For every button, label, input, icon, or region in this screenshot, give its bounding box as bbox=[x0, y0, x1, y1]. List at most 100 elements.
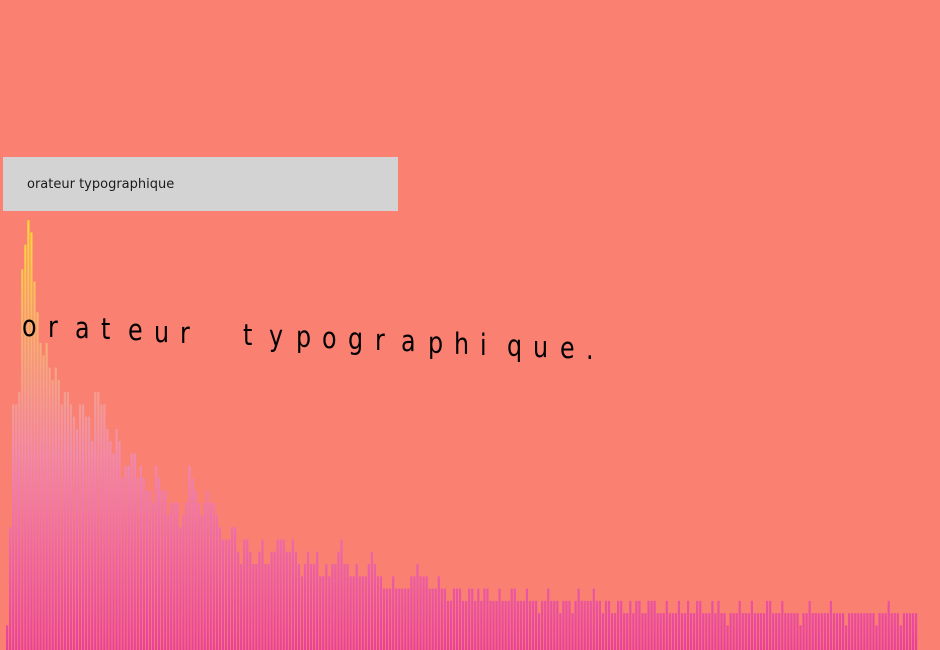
spectrum-bar bbox=[510, 588, 513, 650]
spectrum-bar bbox=[787, 613, 790, 650]
spectrum-bar bbox=[829, 600, 833, 650]
spectrum-bar bbox=[270, 551, 273, 650]
spectrum-bar bbox=[890, 613, 893, 650]
spectrum-bar bbox=[477, 588, 480, 650]
spectrum-bar bbox=[908, 613, 912, 650]
spectrum-bar bbox=[291, 539, 294, 650]
spectrum-bar bbox=[778, 613, 781, 650]
spectrum-bar bbox=[595, 600, 598, 650]
spectrum-bar bbox=[12, 404, 15, 650]
spectrum-bar bbox=[127, 465, 130, 650]
spectrum-bar bbox=[230, 527, 234, 650]
spectrum-bar bbox=[319, 576, 322, 650]
spectrum-bar bbox=[762, 613, 766, 650]
spectrum-bar bbox=[27, 220, 30, 650]
spectrum-bar bbox=[723, 613, 726, 650]
spectrum-bar bbox=[103, 404, 106, 650]
spectrum-bar bbox=[480, 600, 483, 650]
spectrum-bar bbox=[130, 453, 133, 650]
spectrum-bar bbox=[857, 613, 860, 650]
spectrum-bar bbox=[899, 625, 902, 650]
spectrum-bar bbox=[838, 613, 842, 650]
spectrum-bar bbox=[860, 613, 863, 650]
spectrum-bar bbox=[534, 600, 538, 650]
spectrum-bar bbox=[158, 478, 161, 650]
spectrum-bar bbox=[386, 588, 389, 650]
spectrum-bar bbox=[33, 281, 36, 650]
spectrum-bar bbox=[443, 588, 446, 650]
spectrum-bar bbox=[914, 613, 918, 650]
spectrum-bar bbox=[708, 613, 711, 650]
spectrum-bar bbox=[440, 588, 443, 650]
text-input[interactable] bbox=[3, 157, 398, 211]
spectrum-bar bbox=[756, 613, 760, 650]
spectrum-bar bbox=[331, 564, 334, 650]
spectrum-bar bbox=[361, 576, 364, 650]
spectrum-bar bbox=[471, 588, 474, 650]
spectrum-bar bbox=[507, 600, 510, 650]
spectrum-bar bbox=[626, 613, 629, 650]
spectrum-bar bbox=[191, 478, 194, 650]
spectrum-bar bbox=[91, 441, 94, 650]
spectrum-bar bbox=[72, 416, 76, 650]
spectrum-bar bbox=[528, 600, 532, 650]
spectrum-bar bbox=[878, 613, 881, 650]
spectrum-bar bbox=[15, 404, 18, 650]
spectrum-bar bbox=[677, 600, 681, 650]
spectrum-bar bbox=[835, 613, 839, 650]
spectrum-bar bbox=[142, 478, 145, 650]
spectrum-bar bbox=[766, 600, 769, 650]
spectrum-bar bbox=[702, 613, 705, 650]
spectrum-bar bbox=[638, 600, 641, 650]
spectrum-bar bbox=[66, 392, 69, 650]
spectrum-bar bbox=[851, 613, 854, 650]
spectrum-bar bbox=[656, 613, 659, 650]
spectrum-bar bbox=[425, 576, 428, 650]
spectrum-bar bbox=[325, 564, 328, 650]
spectrum-bar bbox=[109, 441, 112, 650]
spectrum-bar bbox=[154, 465, 158, 650]
spectrum-bar bbox=[139, 465, 142, 650]
spectrum-bar bbox=[285, 551, 288, 650]
spectrum-bar bbox=[179, 527, 182, 650]
spectrum-bar bbox=[854, 613, 857, 650]
spectrum-bar bbox=[693, 613, 696, 650]
spectrum-bar bbox=[674, 613, 677, 650]
spectrum-bar bbox=[574, 600, 577, 650]
spectrum-bar bbox=[516, 600, 519, 650]
spectrum-bar bbox=[784, 613, 787, 650]
spectrum-bar bbox=[492, 600, 495, 650]
spectrum-bar bbox=[714, 613, 717, 650]
spectrum-bar bbox=[623, 613, 626, 650]
spectrum-bars bbox=[6, 220, 918, 650]
spectrum-bar bbox=[194, 490, 197, 650]
spectrum-bar bbox=[577, 588, 580, 650]
spectrum-bar bbox=[148, 490, 152, 650]
spectrum-bar bbox=[24, 244, 27, 650]
spectrum-bar bbox=[775, 613, 778, 650]
spectrum-bar bbox=[592, 588, 595, 650]
spectrum-bar bbox=[215, 514, 218, 650]
spectrum-bar bbox=[316, 551, 319, 650]
spectrum-bar bbox=[814, 613, 817, 650]
spectrum-bar bbox=[328, 576, 331, 650]
spectrum-bar bbox=[392, 576, 395, 650]
spectrum-bar bbox=[820, 613, 823, 650]
spectrum-bar bbox=[680, 613, 684, 650]
spectrum-bar bbox=[45, 343, 48, 650]
spectrum-bar bbox=[30, 232, 33, 650]
spectrum-bar bbox=[382, 588, 386, 650]
spectrum-bar bbox=[437, 576, 440, 650]
spectrum-bar bbox=[650, 600, 653, 650]
spectrum-bar bbox=[431, 588, 434, 650]
spectrum-bar bbox=[531, 600, 535, 650]
spectrum-bar bbox=[671, 613, 674, 650]
spectrum-bar bbox=[346, 564, 349, 650]
spectrum-bar bbox=[468, 588, 471, 650]
spectrum-bar bbox=[769, 600, 772, 650]
spectrum-bar bbox=[519, 600, 522, 650]
spectrum-bar bbox=[203, 502, 206, 650]
spectrum-bar bbox=[69, 404, 73, 650]
spectrum-bar bbox=[367, 564, 370, 650]
spectrum-bar bbox=[337, 551, 340, 650]
